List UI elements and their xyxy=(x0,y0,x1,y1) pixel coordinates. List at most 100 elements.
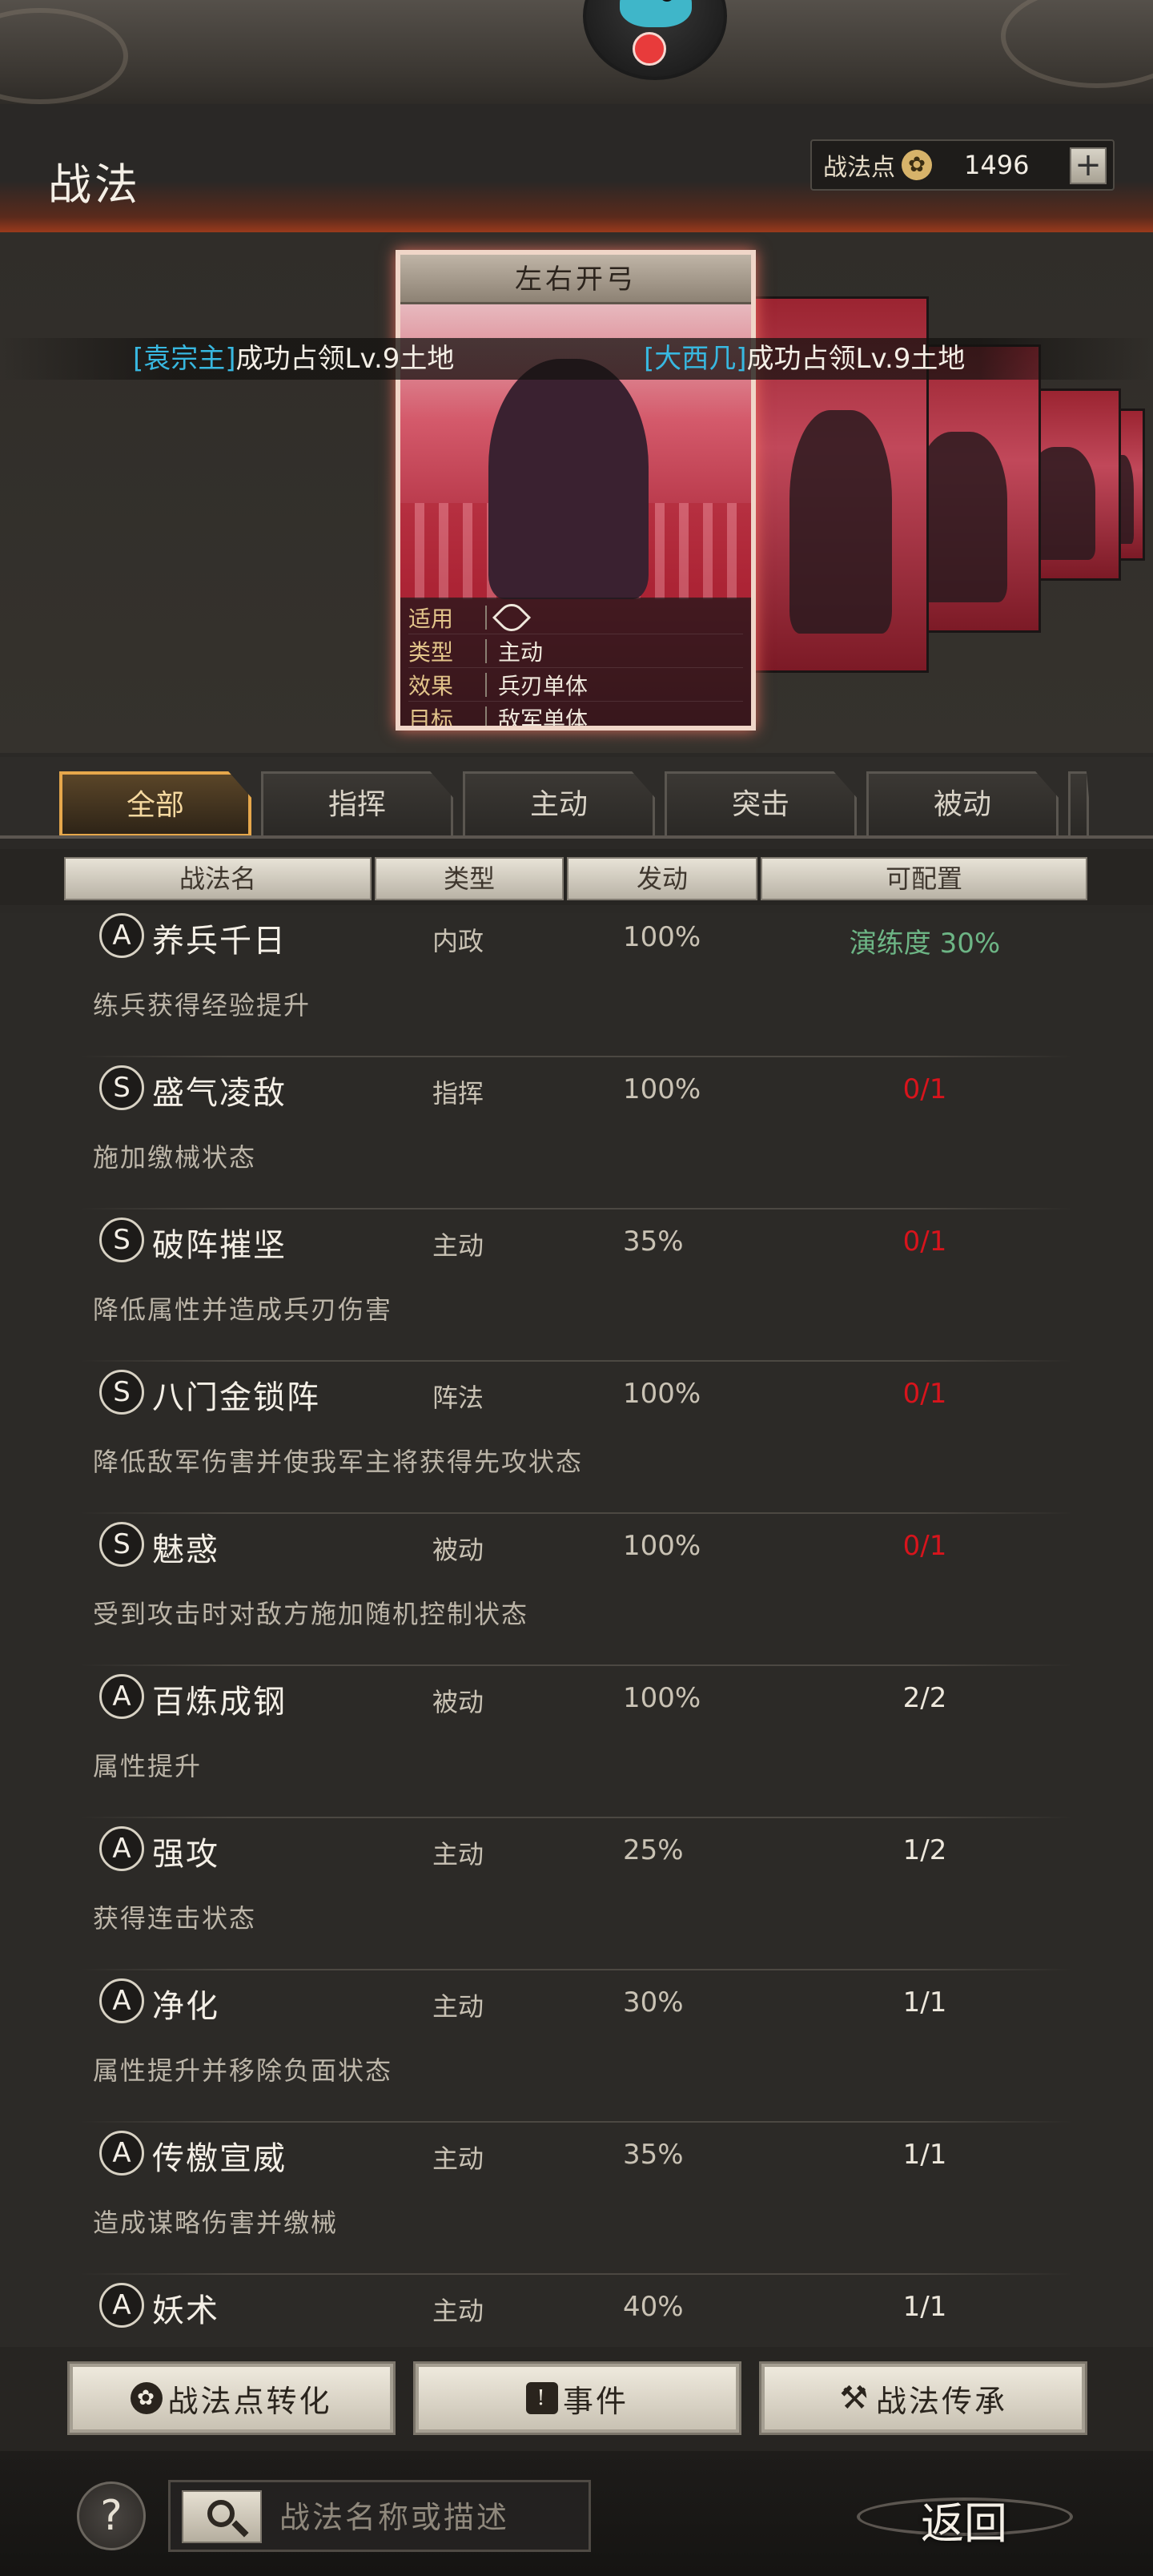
skill-description: 降低属性并造成兵刃伤害 xyxy=(93,1294,393,1325)
skill-grade-badge: S xyxy=(99,1522,144,1567)
skill-row[interactable]: A 强攻 主动 25% 1/2 获得连击状态 xyxy=(0,1818,1153,1970)
card-info-value: 敌军单体 xyxy=(498,706,589,731)
card-info-key: 效果 xyxy=(408,672,454,699)
skill-name: 传檄宣威 xyxy=(152,2140,287,2177)
skill-row[interactable]: A 百炼成钢 被动 100% 2/2 属性提升 xyxy=(0,1666,1153,1818)
player-name: [袁宗主] xyxy=(133,343,236,375)
sort-by-rate-button[interactable]: 发动 xyxy=(567,857,757,900)
skill-trigger-rate: 35% xyxy=(623,2139,684,2171)
tab-passive[interactable]: 被动 xyxy=(866,771,1059,837)
events-label: 事件 xyxy=(562,2383,629,2419)
skill-row[interactable]: S 破阵摧坚 主动 35% 0/1 降低属性并造成兵刃伤害 xyxy=(0,1210,1153,1362)
convert-points-button[interactable]: ✿ 战法点转化 xyxy=(67,2361,396,2435)
card-info-row: 目标 敌军单体 xyxy=(408,702,743,731)
broadcast-message: [大西几]成功占领Lv.9土地 xyxy=(644,338,965,380)
skill-name: 魅惑 xyxy=(152,1532,219,1568)
skill-trigger-rate: 100% xyxy=(623,1682,701,1714)
skill-config-status: 演练度 30% xyxy=(849,928,1001,960)
category-tabs: 全部 指挥 主动 突击 被动 xyxy=(0,757,1153,837)
card-info-row: 类型 主动 xyxy=(408,634,743,668)
skill-row[interactable]: S 盛气凌敌 指挥 100% 0/1 施加缴械状态 xyxy=(0,1057,1153,1210)
skill-points-value: 1496 xyxy=(964,150,1030,180)
help-button[interactable]: ? xyxy=(77,2481,146,2550)
skill-row[interactable]: A 净化 主动 30% 1/1 属性提升并移除负面状态 xyxy=(0,1970,1153,2123)
skill-row[interactable]: A 妖术 主动 40% 1/1 xyxy=(0,2275,1153,2347)
skill-type: 主动 xyxy=(432,1839,484,1870)
skill-trigger-rate: 100% xyxy=(623,921,701,953)
sort-by-config-button[interactable]: 可配置 xyxy=(761,857,1087,900)
events-button[interactable]: ! 事件 xyxy=(413,2361,741,2435)
skill-inherit-label: 战法传承 xyxy=(875,2383,1007,2419)
hammer-icon: ⚒ xyxy=(839,2380,871,2417)
tab-command[interactable]: 指挥 xyxy=(261,771,453,837)
event-book-icon: ! xyxy=(525,2382,558,2414)
skill-name: 百炼成钢 xyxy=(152,1684,287,1721)
skill-row[interactable]: S 魅惑 被动 100% 0/1 受到攻击时对敌方施加随机控制状态 xyxy=(0,1514,1153,1666)
skill-trigger-rate: 100% xyxy=(623,1378,701,1410)
search-box xyxy=(168,2480,591,2552)
back-button[interactable]: 返回 xyxy=(857,2475,1073,2555)
skill-points-display: 战法点 ✿ 1496 + xyxy=(810,139,1115,191)
card-info-key: 类型 xyxy=(408,638,454,666)
broadcast-text: 成功占领Lv.9土地 xyxy=(746,343,966,375)
skill-grade-badge: A xyxy=(99,913,144,958)
card-info-value: 兵刃单体 xyxy=(498,672,589,699)
tab-more[interactable] xyxy=(1068,771,1089,837)
skill-config-status: 0/1 xyxy=(902,1226,947,1258)
skill-description: 降低敌军伤害并使我军主将获得先攻状态 xyxy=(93,1447,584,1477)
skill-description: 练兵获得经验提升 xyxy=(93,990,311,1020)
skill-row[interactable]: A 传檄宣威 主动 35% 1/1 造成谋略伤害并缴械 xyxy=(0,2123,1153,2275)
skill-name: 妖术 xyxy=(152,2292,219,2329)
bird-icon xyxy=(620,0,692,27)
skill-card-showcase: 左右开弓 适用 类型 主动 效果 兵刃单体 目标 敌军单体 [袁宗主]成功占领L… xyxy=(0,232,1153,753)
sort-by-name-button[interactable]: 战法名 xyxy=(64,857,372,900)
search-icon[interactable] xyxy=(182,2490,262,2543)
feather-coin-icon: ✿ xyxy=(131,2382,163,2414)
skill-trigger-rate: 100% xyxy=(623,1073,701,1105)
sort-by-type-button[interactable]: 类型 xyxy=(375,857,564,900)
skill-config-status: 1/2 xyxy=(902,1834,947,1866)
skill-config-status: 0/1 xyxy=(902,1530,947,1562)
broadcast-message: [袁宗主]成功占领Lv.9土地 xyxy=(133,338,454,380)
skill-points-label: 战法点 xyxy=(823,154,895,182)
notification-dot xyxy=(633,32,666,66)
skill-config-status: 1/1 xyxy=(902,2139,947,2171)
skill-grade-badge: A xyxy=(99,1978,144,2023)
skill-type: 被动 xyxy=(432,1687,484,1717)
tab-all[interactable]: 全部 xyxy=(59,771,251,837)
card-info-value: 主动 xyxy=(498,638,544,666)
broadcast-ticker: [袁宗主]成功占领Lv.9土地 [大西几]成功占领Lv.9土地 xyxy=(0,338,1153,380)
skill-description: 获得连击状态 xyxy=(93,1903,257,1934)
skill-trigger-rate: 40% xyxy=(623,2291,684,2323)
skill-grade-badge: A xyxy=(99,2283,144,2328)
skill-type: 主动 xyxy=(432,1230,484,1261)
skill-type: 主动 xyxy=(432,2143,484,2174)
skill-row[interactable]: A 养兵千日 内政 100% 演练度 30% 练兵获得经验提升 xyxy=(0,913,1153,1057)
skill-config-status: 0/1 xyxy=(902,1378,947,1410)
skill-config-status: 2/2 xyxy=(902,1682,947,1714)
skill-inherit-button[interactable]: ⚒ 战法传承 xyxy=(759,2361,1087,2435)
skill-type: 指挥 xyxy=(432,1078,484,1109)
skill-config-status: 1/1 xyxy=(902,1986,947,2019)
skill-row[interactable]: S 八门金锁阵 阵法 100% 0/1 降低敌军伤害并使我军主将获得先攻状态 xyxy=(0,1362,1153,1514)
cloud-ornament xyxy=(1001,0,1153,88)
skill-type: 被动 xyxy=(432,1535,484,1565)
card-info-row: 适用 xyxy=(408,598,743,637)
action-bar: ✿ 战法点转化 ! 事件 ⚒ 战法传承 xyxy=(0,2347,1153,2451)
skill-trigger-rate: 35% xyxy=(623,1226,684,1258)
add-points-button[interactable]: + xyxy=(1070,147,1107,184)
warrior-silhouette-art xyxy=(488,359,649,599)
tab-active[interactable]: 主动 xyxy=(463,771,655,837)
cloud-ornament xyxy=(0,8,128,104)
featured-skill-card[interactable]: 左右开弓 适用 类型 主动 效果 兵刃单体 目标 敌军单体 xyxy=(396,250,756,731)
skill-description: 受到攻击时对敌方施加随机控制状态 xyxy=(93,1599,529,1629)
tab-assault[interactable]: 突击 xyxy=(665,771,857,837)
skill-type: 主动 xyxy=(432,2296,484,2326)
skill-description: 属性提升并移除负面状态 xyxy=(93,2055,393,2086)
card-title: 左右开弓 xyxy=(400,255,751,304)
skill-type: 阵法 xyxy=(432,1383,484,1413)
card-info-key: 适用 xyxy=(408,605,454,632)
bow-icon xyxy=(492,598,532,637)
search-input[interactable] xyxy=(279,2493,584,2542)
feather-coin-icon: ✿ xyxy=(902,150,932,180)
